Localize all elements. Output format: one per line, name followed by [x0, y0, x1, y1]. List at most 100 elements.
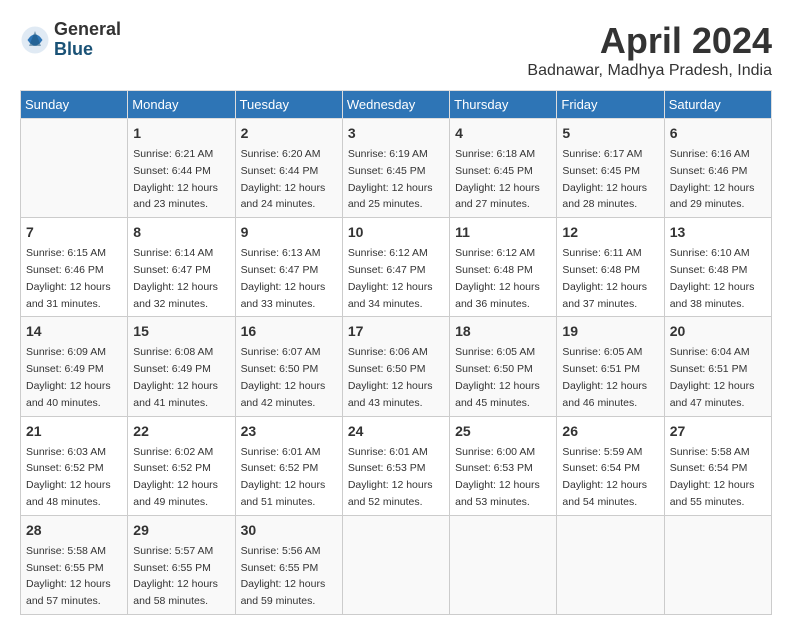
day-info: Sunrise: 6:01 AMSunset: 6:52 PMDaylight:… [241, 444, 337, 511]
day-info: Sunrise: 6:11 AMSunset: 6:48 PMDaylight:… [562, 245, 658, 312]
day-number: 25 [455, 421, 551, 442]
table-row [664, 515, 771, 614]
table-row: 8Sunrise: 6:14 AMSunset: 6:47 PMDaylight… [128, 218, 235, 317]
day-info: Sunrise: 6:13 AMSunset: 6:47 PMDaylight:… [241, 245, 337, 312]
day-number: 7 [26, 222, 122, 243]
day-info: Sunrise: 6:05 AMSunset: 6:51 PMDaylight:… [562, 344, 658, 411]
col-wednesday: Wednesday [342, 91, 449, 119]
day-number: 21 [26, 421, 122, 442]
table-row [342, 515, 449, 614]
calendar-table: Sunday Monday Tuesday Wednesday Thursday… [20, 90, 772, 615]
table-row: 21Sunrise: 6:03 AMSunset: 6:52 PMDayligh… [21, 416, 128, 515]
day-number: 29 [133, 520, 229, 541]
day-info: Sunrise: 6:15 AMSunset: 6:46 PMDaylight:… [26, 245, 122, 312]
table-row: 27Sunrise: 5:58 AMSunset: 6:54 PMDayligh… [664, 416, 771, 515]
day-info: Sunrise: 5:56 AMSunset: 6:55 PMDaylight:… [241, 543, 337, 610]
calendar-week-row: 28Sunrise: 5:58 AMSunset: 6:55 PMDayligh… [21, 515, 772, 614]
day-info: Sunrise: 6:17 AMSunset: 6:45 PMDaylight:… [562, 146, 658, 213]
day-info: Sunrise: 5:57 AMSunset: 6:55 PMDaylight:… [133, 543, 229, 610]
day-number: 2 [241, 123, 337, 144]
table-row: 7Sunrise: 6:15 AMSunset: 6:46 PMDaylight… [21, 218, 128, 317]
day-number: 26 [562, 421, 658, 442]
table-row: 19Sunrise: 6:05 AMSunset: 6:51 PMDayligh… [557, 317, 664, 416]
table-row: 28Sunrise: 5:58 AMSunset: 6:55 PMDayligh… [21, 515, 128, 614]
day-number: 28 [26, 520, 122, 541]
day-number: 19 [562, 321, 658, 342]
table-row: 30Sunrise: 5:56 AMSunset: 6:55 PMDayligh… [235, 515, 342, 614]
table-row: 24Sunrise: 6:01 AMSunset: 6:53 PMDayligh… [342, 416, 449, 515]
table-row: 5Sunrise: 6:17 AMSunset: 6:45 PMDaylight… [557, 119, 664, 218]
table-row: 13Sunrise: 6:10 AMSunset: 6:48 PMDayligh… [664, 218, 771, 317]
table-row: 12Sunrise: 6:11 AMSunset: 6:48 PMDayligh… [557, 218, 664, 317]
day-number: 5 [562, 123, 658, 144]
day-number: 10 [348, 222, 444, 243]
calendar-week-row: 7Sunrise: 6:15 AMSunset: 6:46 PMDaylight… [21, 218, 772, 317]
day-number: 22 [133, 421, 229, 442]
day-number: 8 [133, 222, 229, 243]
table-row: 20Sunrise: 6:04 AMSunset: 6:51 PMDayligh… [664, 317, 771, 416]
table-row: 10Sunrise: 6:12 AMSunset: 6:47 PMDayligh… [342, 218, 449, 317]
day-info: Sunrise: 6:04 AMSunset: 6:51 PMDaylight:… [670, 344, 766, 411]
day-number: 27 [670, 421, 766, 442]
day-number: 4 [455, 123, 551, 144]
day-number: 17 [348, 321, 444, 342]
day-info: Sunrise: 6:12 AMSunset: 6:47 PMDaylight:… [348, 245, 444, 312]
day-info: Sunrise: 6:16 AMSunset: 6:46 PMDaylight:… [670, 146, 766, 213]
day-info: Sunrise: 6:03 AMSunset: 6:52 PMDaylight:… [26, 444, 122, 511]
day-info: Sunrise: 6:06 AMSunset: 6:50 PMDaylight:… [348, 344, 444, 411]
col-monday: Monday [128, 91, 235, 119]
location-title: Badnawar, Madhya Pradesh, India [527, 62, 772, 80]
day-info: Sunrise: 6:01 AMSunset: 6:53 PMDaylight:… [348, 444, 444, 511]
calendar-week-row: 14Sunrise: 6:09 AMSunset: 6:49 PMDayligh… [21, 317, 772, 416]
day-info: Sunrise: 6:10 AMSunset: 6:48 PMDaylight:… [670, 245, 766, 312]
title-section: April 2024 Badnawar, Madhya Pradesh, Ind… [527, 20, 772, 80]
col-tuesday: Tuesday [235, 91, 342, 119]
day-number: 6 [670, 123, 766, 144]
day-number: 9 [241, 222, 337, 243]
logo-general-text: General [54, 20, 121, 40]
logo-text: General Blue [54, 20, 121, 60]
day-number: 15 [133, 321, 229, 342]
day-number: 18 [455, 321, 551, 342]
col-thursday: Thursday [450, 91, 557, 119]
page-header: General Blue April 2024 Badnawar, Madhya… [20, 20, 772, 80]
logo-blue-text: Blue [54, 40, 121, 60]
table-row: 4Sunrise: 6:18 AMSunset: 6:45 PMDaylight… [450, 119, 557, 218]
day-info: Sunrise: 5:59 AMSunset: 6:54 PMDaylight:… [562, 444, 658, 511]
table-row: 14Sunrise: 6:09 AMSunset: 6:49 PMDayligh… [21, 317, 128, 416]
day-info: Sunrise: 5:58 AMSunset: 6:55 PMDaylight:… [26, 543, 122, 610]
table-row [21, 119, 128, 218]
day-info: Sunrise: 6:19 AMSunset: 6:45 PMDaylight:… [348, 146, 444, 213]
day-number: 20 [670, 321, 766, 342]
table-row: 17Sunrise: 6:06 AMSunset: 6:50 PMDayligh… [342, 317, 449, 416]
table-row: 18Sunrise: 6:05 AMSunset: 6:50 PMDayligh… [450, 317, 557, 416]
table-row: 1Sunrise: 6:21 AMSunset: 6:44 PMDaylight… [128, 119, 235, 218]
day-number: 30 [241, 520, 337, 541]
day-number: 16 [241, 321, 337, 342]
table-row: 22Sunrise: 6:02 AMSunset: 6:52 PMDayligh… [128, 416, 235, 515]
table-row: 15Sunrise: 6:08 AMSunset: 6:49 PMDayligh… [128, 317, 235, 416]
table-row: 16Sunrise: 6:07 AMSunset: 6:50 PMDayligh… [235, 317, 342, 416]
table-row: 9Sunrise: 6:13 AMSunset: 6:47 PMDaylight… [235, 218, 342, 317]
day-info: Sunrise: 6:18 AMSunset: 6:45 PMDaylight:… [455, 146, 551, 213]
day-number: 24 [348, 421, 444, 442]
calendar-week-row: 1Sunrise: 6:21 AMSunset: 6:44 PMDaylight… [21, 119, 772, 218]
table-row: 26Sunrise: 5:59 AMSunset: 6:54 PMDayligh… [557, 416, 664, 515]
table-row: 3Sunrise: 6:19 AMSunset: 6:45 PMDaylight… [342, 119, 449, 218]
logo: General Blue [20, 20, 121, 60]
day-number: 3 [348, 123, 444, 144]
day-info: Sunrise: 6:14 AMSunset: 6:47 PMDaylight:… [133, 245, 229, 312]
day-info: Sunrise: 6:09 AMSunset: 6:49 PMDaylight:… [26, 344, 122, 411]
day-info: Sunrise: 5:58 AMSunset: 6:54 PMDaylight:… [670, 444, 766, 511]
day-info: Sunrise: 6:21 AMSunset: 6:44 PMDaylight:… [133, 146, 229, 213]
day-number: 11 [455, 222, 551, 243]
day-info: Sunrise: 6:08 AMSunset: 6:49 PMDaylight:… [133, 344, 229, 411]
table-row: 11Sunrise: 6:12 AMSunset: 6:48 PMDayligh… [450, 218, 557, 317]
table-row [450, 515, 557, 614]
table-row: 25Sunrise: 6:00 AMSunset: 6:53 PMDayligh… [450, 416, 557, 515]
table-row [557, 515, 664, 614]
day-info: Sunrise: 6:20 AMSunset: 6:44 PMDaylight:… [241, 146, 337, 213]
col-sunday: Sunday [21, 91, 128, 119]
col-saturday: Saturday [664, 91, 771, 119]
day-info: Sunrise: 6:12 AMSunset: 6:48 PMDaylight:… [455, 245, 551, 312]
